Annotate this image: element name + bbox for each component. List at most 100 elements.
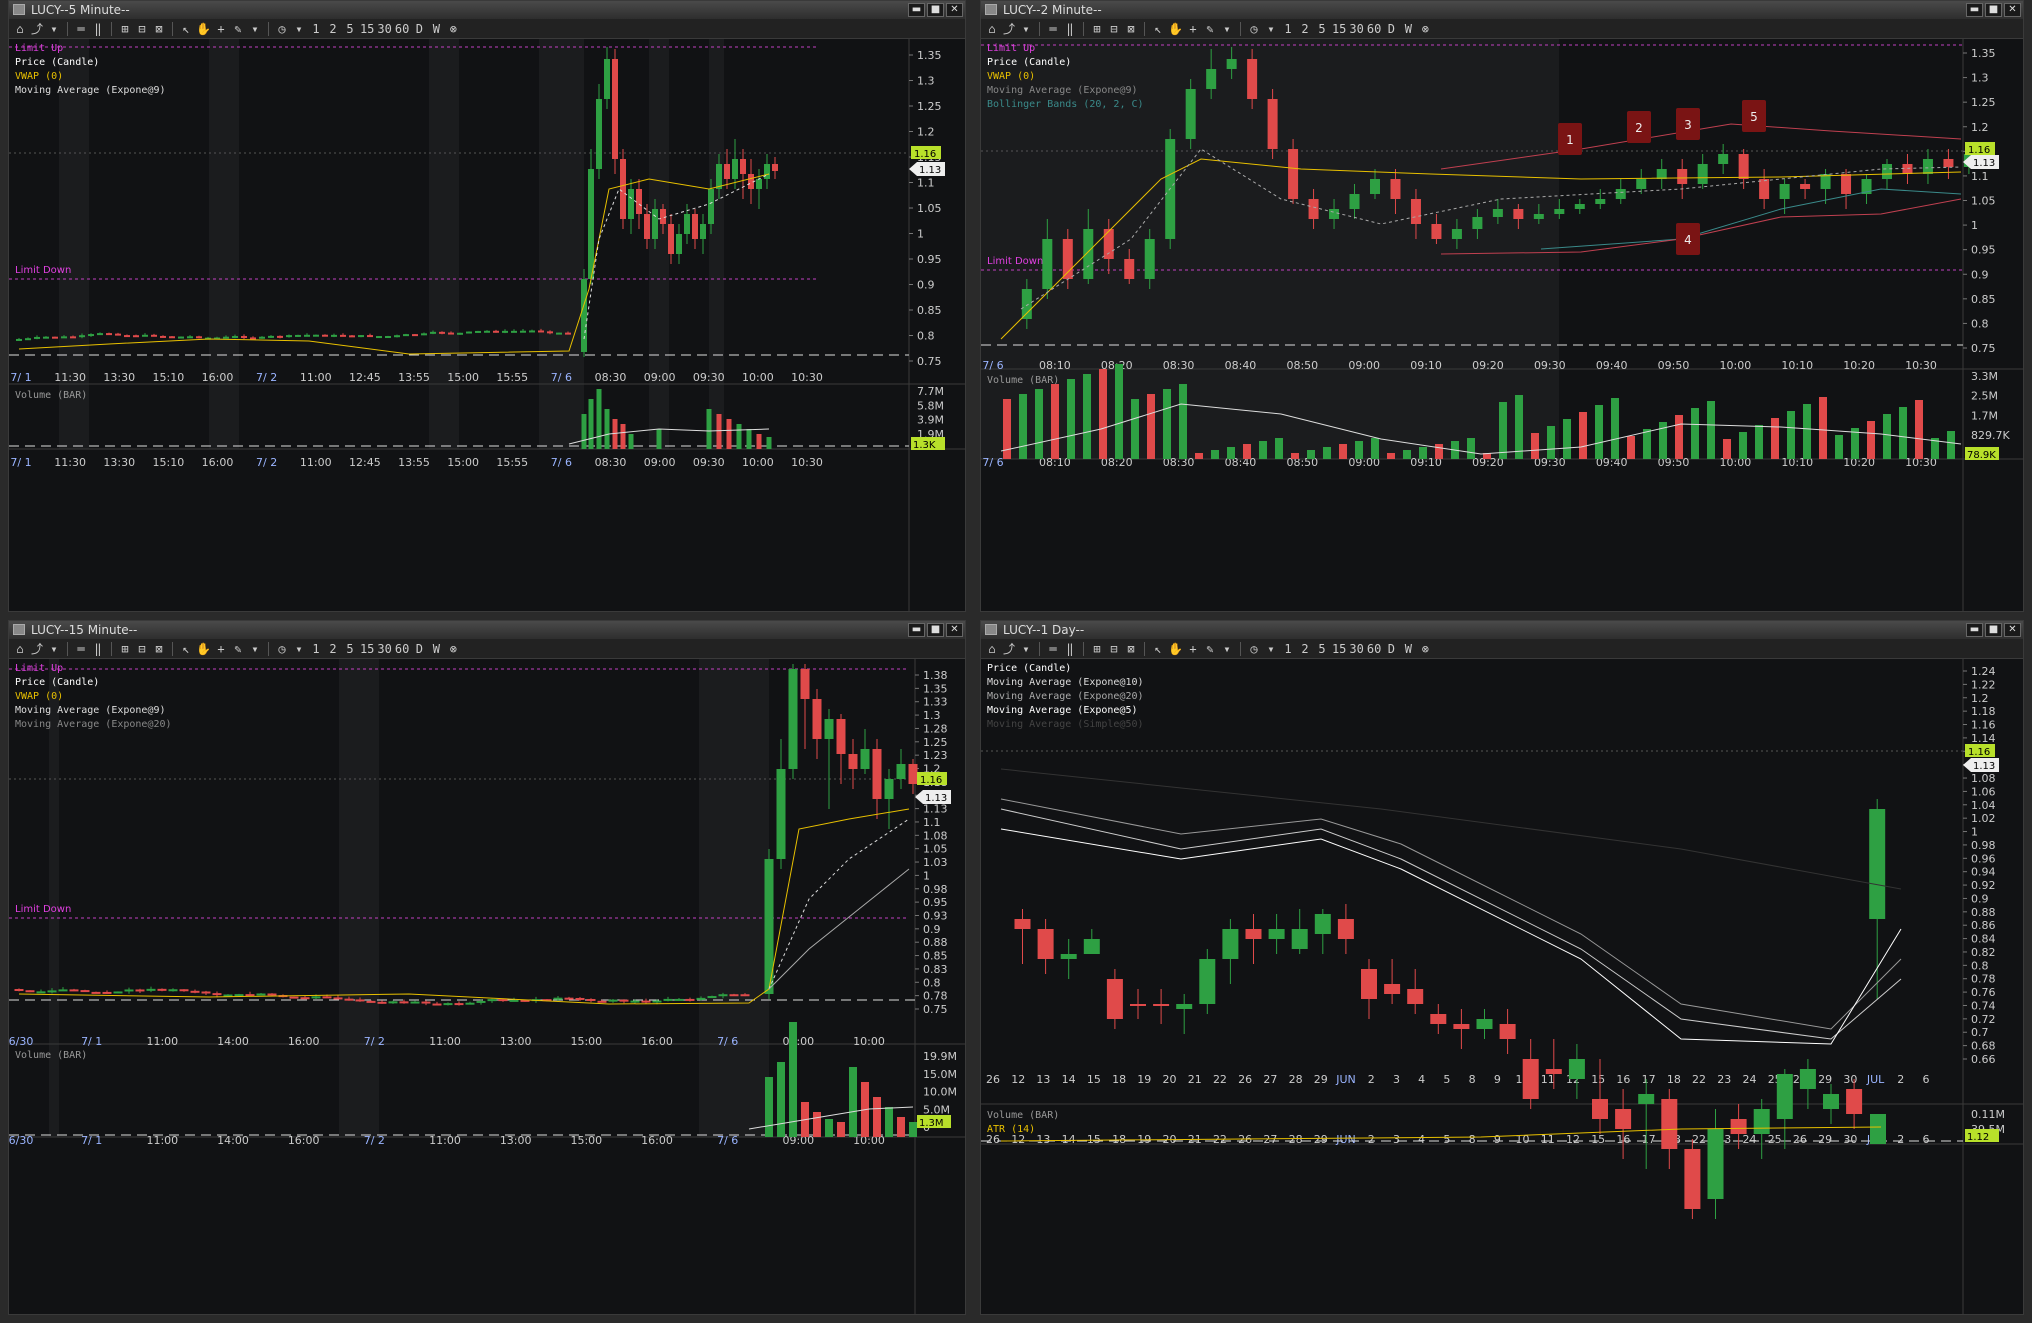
toolbar-tool-icon[interactable]: ◷ (1247, 21, 1261, 37)
timeframe-button[interactable]: 15 (1332, 641, 1346, 657)
timeframe-button[interactable]: 1 (1281, 21, 1295, 37)
maximize-button[interactable]: ■ (1985, 3, 2002, 17)
timeframe-button[interactable]: 15 (360, 21, 374, 37)
toolbar-tool-icon[interactable]: ◷ (275, 21, 289, 37)
timeframe-button[interactable]: 30 (377, 21, 391, 37)
toolbar-tool-icon[interactable]: ═ (1046, 21, 1060, 37)
toolbar-tool-icon[interactable]: + (214, 641, 228, 657)
timeframe-button[interactable]: 5 (1315, 641, 1329, 657)
window-titlebar[interactable]: LUCY--2 Minute-- ▬ ■ ✕ (981, 1, 2023, 19)
toolbar-tool-icon[interactable]: ✎ (1203, 641, 1217, 657)
toolbar-tool-icon[interactable]: ↖ (179, 641, 193, 657)
timeframe-button[interactable]: 15 (1332, 21, 1346, 37)
price-chart[interactable]: 1.381.351.331.31.281.251.231.21.181.151.… (9, 659, 965, 1314)
timeframe-button[interactable]: 1 (309, 21, 323, 37)
timeframe-button[interactable]: W (429, 641, 443, 657)
toolbar-tool-icon[interactable]: ⊞ (1090, 21, 1104, 37)
timeframe-button[interactable]: 5 (1315, 21, 1329, 37)
toolbar-tool-icon[interactable]: ▾ (248, 641, 262, 657)
toolbar-tool-icon[interactable]: ✋ (196, 21, 211, 37)
toolbar-tool-icon[interactable]: + (1186, 21, 1200, 37)
toolbar-tool-icon[interactable]: ↖ (1151, 641, 1165, 657)
timeframe-button[interactable]: D (412, 641, 426, 657)
toolbar-tool-icon[interactable]: ⤴ (1002, 641, 1016, 657)
timeframe-button[interactable]: 15 (360, 641, 374, 657)
timeframe-button[interactable]: 30 (377, 641, 391, 657)
toolbar-tool-icon[interactable]: ⊞ (118, 21, 132, 37)
close-button[interactable]: ✕ (2004, 623, 2021, 637)
toolbar-tool-icon[interactable]: ═ (74, 21, 88, 37)
minimize-button[interactable]: ▬ (908, 623, 925, 637)
toolbar-tool-icon[interactable]: ⊠ (1124, 21, 1138, 37)
link-icon[interactable]: ⊗ (1418, 641, 1432, 657)
toolbar-tool-icon[interactable]: ▾ (1220, 21, 1234, 37)
timeframe-button[interactable]: W (1401, 21, 1415, 37)
timeframe-button[interactable]: 30 (1349, 641, 1363, 657)
toolbar-tool-icon[interactable]: ⊟ (135, 21, 149, 37)
toolbar-tool-icon[interactable]: ‖ (91, 641, 105, 657)
toolbar-tool-icon[interactable]: ⊞ (118, 641, 132, 657)
toolbar-tool-icon[interactable]: ◷ (275, 641, 289, 657)
window-titlebar[interactable]: LUCY--5 Minute-- ▬ ■ ✕ (9, 1, 965, 19)
toolbar-tool-icon[interactable]: ⊠ (1124, 641, 1138, 657)
timeframe-button[interactable]: 2 (326, 21, 340, 37)
toolbar-tool-icon[interactable]: ↖ (179, 21, 193, 37)
toolbar-tool-icon[interactable]: ⌂ (985, 21, 999, 37)
chart-window-5-minute[interactable]: LUCY--5 Minute-- ▬ ■ ✕ ⌂ ⤴ ▾ ═ ‖ ⊞ ⊟ ⊠ ↖ ✋ + ✎ ▾ ◷ ▾ 1 2 5 1… (8, 0, 966, 612)
toolbar-tool-icon[interactable]: ═ (1046, 641, 1060, 657)
toolbar-tool-icon[interactable]: ▾ (292, 21, 306, 37)
price-chart[interactable]: 1.351.31.251.21.151.11.0510.950.90.850.8… (981, 39, 2023, 611)
chart-window-1-day[interactable]: LUCY--1 Day-- ▬ ■ ✕ ⌂ ⤴ ▾ ═ ‖ ⊞ ⊟ ⊠ ↖ ✋ + ✎ ▾ ◷ ▾ 1 2 5 15 30… (980, 620, 2024, 1315)
toolbar-tool-icon[interactable]: ⊟ (135, 641, 149, 657)
toolbar-tool-icon[interactable]: ▾ (1220, 641, 1234, 657)
timeframe-button[interactable]: W (1401, 641, 1415, 657)
timeframe-button[interactable]: 60 (395, 641, 409, 657)
timeframe-button[interactable]: 1 (309, 641, 323, 657)
toolbar-tool-icon[interactable]: ⊟ (1107, 21, 1121, 37)
toolbar-tool-icon[interactable]: ▾ (292, 641, 306, 657)
timeframe-button[interactable]: 2 (1298, 641, 1312, 657)
toolbar-tool-icon[interactable]: ▾ (248, 21, 262, 37)
maximize-button[interactable]: ■ (927, 623, 944, 637)
toolbar-tool-icon[interactable]: ✋ (1168, 641, 1183, 657)
toolbar-tool-icon[interactable]: ‖ (1063, 641, 1077, 657)
toolbar-tool-icon[interactable]: ▾ (47, 21, 61, 37)
timeframe-button[interactable]: 1 (1281, 641, 1295, 657)
timeframe-button[interactable]: 5 (343, 641, 357, 657)
timeframe-button[interactable]: D (412, 21, 426, 37)
toolbar-tool-icon[interactable]: ⊠ (152, 641, 166, 657)
timeframe-button[interactable]: 60 (1367, 21, 1381, 37)
timeframe-button[interactable]: 60 (395, 21, 409, 37)
timeframe-button[interactable]: D (1384, 21, 1398, 37)
close-button[interactable]: ✕ (946, 623, 963, 637)
minimize-button[interactable]: ▬ (908, 3, 925, 17)
toolbar-tool-icon[interactable]: ↖ (1151, 21, 1165, 37)
chart-window-15-minute[interactable]: LUCY--15 Minute-- ▬ ■ ✕ ⌂ ⤴ ▾ ═ ‖ ⊞ ⊟ ⊠ ↖ ✋ + ✎ ▾ ◷ ▾ 1 2 5… (8, 620, 966, 1315)
toolbar-tool-icon[interactable]: ⌂ (13, 21, 27, 37)
toolbar-tool-icon[interactable]: ▾ (1019, 641, 1033, 657)
toolbar-tool-icon[interactable]: ✎ (231, 641, 245, 657)
toolbar-tool-icon[interactable]: ⊠ (152, 21, 166, 37)
minimize-button[interactable]: ▬ (1966, 3, 1983, 17)
chart-window-2-minute[interactable]: LUCY--2 Minute-- ▬ ■ ✕ ⌂ ⤴ ▾ ═ ‖ ⊞ ⊟ ⊠ ↖ ✋ + ✎ ▾ ◷ ▾ 1 2 5 1… (980, 0, 2024, 612)
toolbar-tool-icon[interactable]: + (1186, 641, 1200, 657)
toolbar-tool-icon[interactable]: ⊞ (1090, 641, 1104, 657)
timeframe-button[interactable]: 60 (1367, 641, 1381, 657)
toolbar-tool-icon[interactable]: ✋ (196, 641, 211, 657)
link-icon[interactable]: ⊗ (1418, 21, 1432, 37)
timeframe-button[interactable]: 5 (343, 21, 357, 37)
toolbar-tool-icon[interactable]: ‖ (1063, 21, 1077, 37)
maximize-button[interactable]: ■ (1985, 623, 2002, 637)
toolbar-tool-icon[interactable]: ▾ (47, 641, 61, 657)
toolbar-tool-icon[interactable]: ⤴ (1002, 21, 1016, 37)
close-button[interactable]: ✕ (2004, 3, 2021, 17)
price-chart[interactable]: 1.351.31.251.21.151.11.0510.950.90.850.8… (9, 39, 965, 611)
toolbar-tool-icon[interactable]: ◷ (1247, 641, 1261, 657)
toolbar-tool-icon[interactable]: ‖ (91, 21, 105, 37)
timeframe-button[interactable]: W (429, 21, 443, 37)
toolbar-tool-icon[interactable]: ⊟ (1107, 641, 1121, 657)
toolbar-tool-icon[interactable]: ▾ (1019, 21, 1033, 37)
maximize-button[interactable]: ■ (927, 3, 944, 17)
toolbar-tool-icon[interactable]: ⌂ (13, 641, 27, 657)
timeframe-button[interactable]: 30 (1349, 21, 1363, 37)
